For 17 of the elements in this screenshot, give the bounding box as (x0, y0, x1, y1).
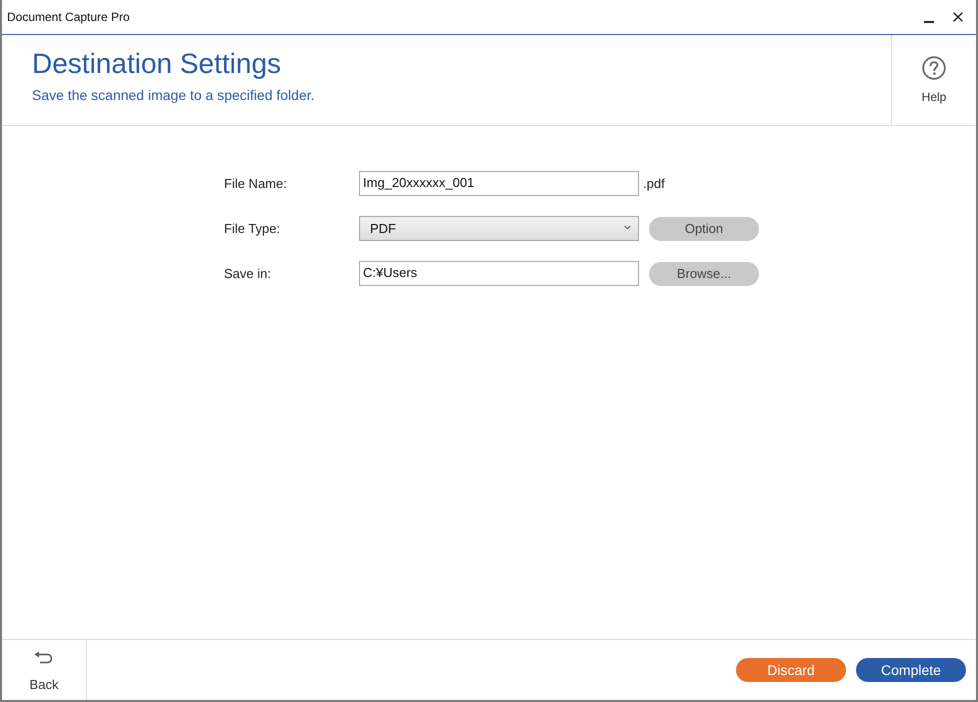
text-field[interactable]: Img_20xxxxxx_001 (359, 171, 639, 196)
complete-button[interactable]: Complete (856, 658, 966, 682)
close-icon[interactable] (953, 12, 963, 22)
option-button[interactable]: Option (649, 216, 759, 240)
window-title: Document Capture Pro (7, 10, 131, 24)
page-subtitle: Save the scanned image to a specified folder. (32, 86, 316, 104)
help-icon (922, 56, 946, 80)
browse-button[interactable]: Browse... (649, 262, 759, 286)
dropdown[interactable]: PDF (359, 216, 639, 241)
extension-label: .pdf (643, 176, 665, 191)
field-label: File Name: (224, 176, 288, 191)
chevron-icon (624, 224, 631, 230)
text-field[interactable]: C:¥Users (359, 261, 639, 286)
page-title: Destination Settings (32, 47, 282, 81)
field-label: File Type: (224, 221, 282, 236)
field-label: Save in: (224, 266, 272, 281)
back-arrow-icon (34, 651, 54, 664)
